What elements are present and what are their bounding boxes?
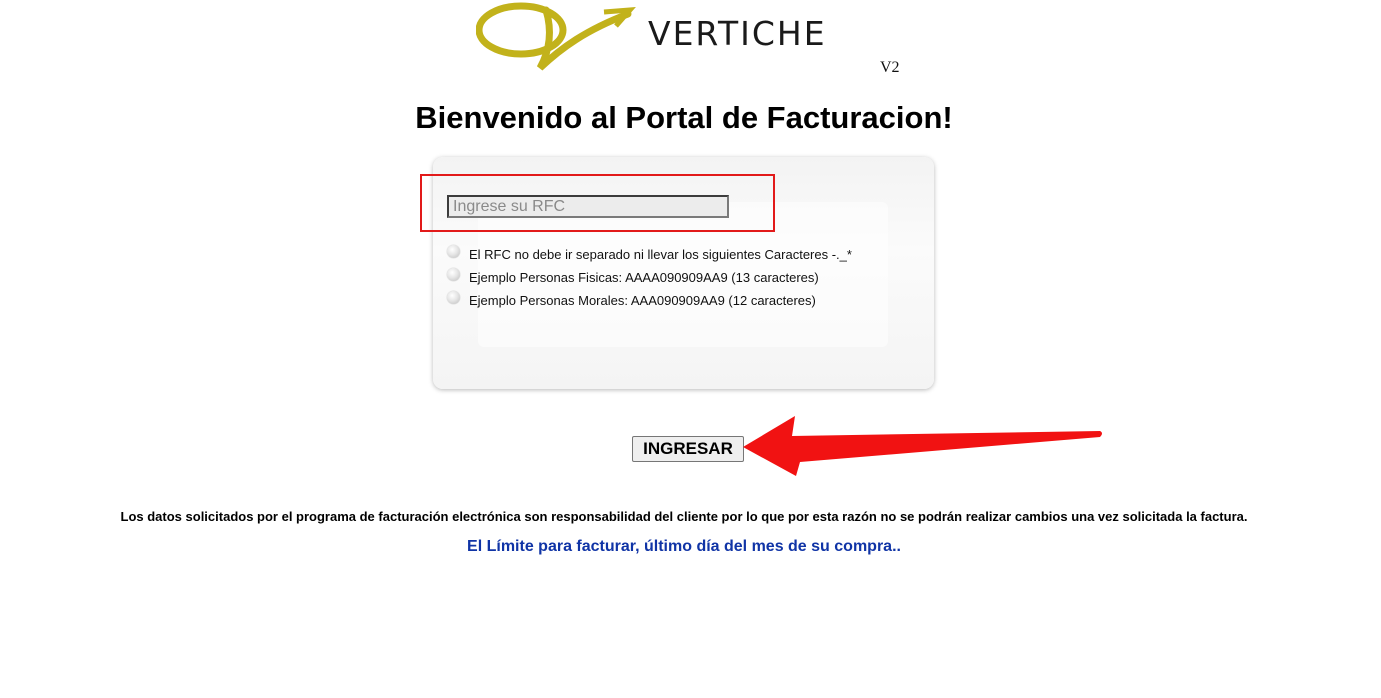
ingresar-button[interactable]: INGRESAR (632, 436, 744, 462)
rfc-input[interactable] (447, 195, 729, 218)
limit-notice: El Límite para facturar, último día del … (467, 538, 901, 555)
red-arrow-annotation-icon (743, 416, 1102, 476)
note-text: Ejemplo Personas Fisicas: AAAA090909AA9 … (469, 269, 819, 285)
brand-logo: VERTICHE V2 (476, 0, 916, 82)
note-item: Ejemplo Personas Fisicas: AAAA090909AA9 … (447, 267, 819, 286)
verticheV-logo-icon (476, 2, 636, 71)
brand-name: VERTICHE (648, 14, 827, 53)
page-title: Bienvenido al Portal de Facturacion! (415, 100, 953, 135)
note-text: Ejemplo Personas Morales: AAA090909AA9 (… (469, 292, 816, 308)
disclaimer-text: Los datos solicitados por el programa de… (120, 509, 1248, 524)
note-item: El RFC no debe ir separado ni llevar los… (447, 244, 852, 263)
radio-bullet-icon (447, 244, 460, 258)
radio-bullet-icon (447, 290, 460, 304)
version-label: V2 (880, 59, 900, 76)
note-item: Ejemplo Personas Morales: AAA090909AA9 (… (447, 290, 816, 309)
note-text: El RFC no debe ir separado ni llevar los… (469, 246, 852, 262)
radio-bullet-icon (447, 267, 460, 281)
